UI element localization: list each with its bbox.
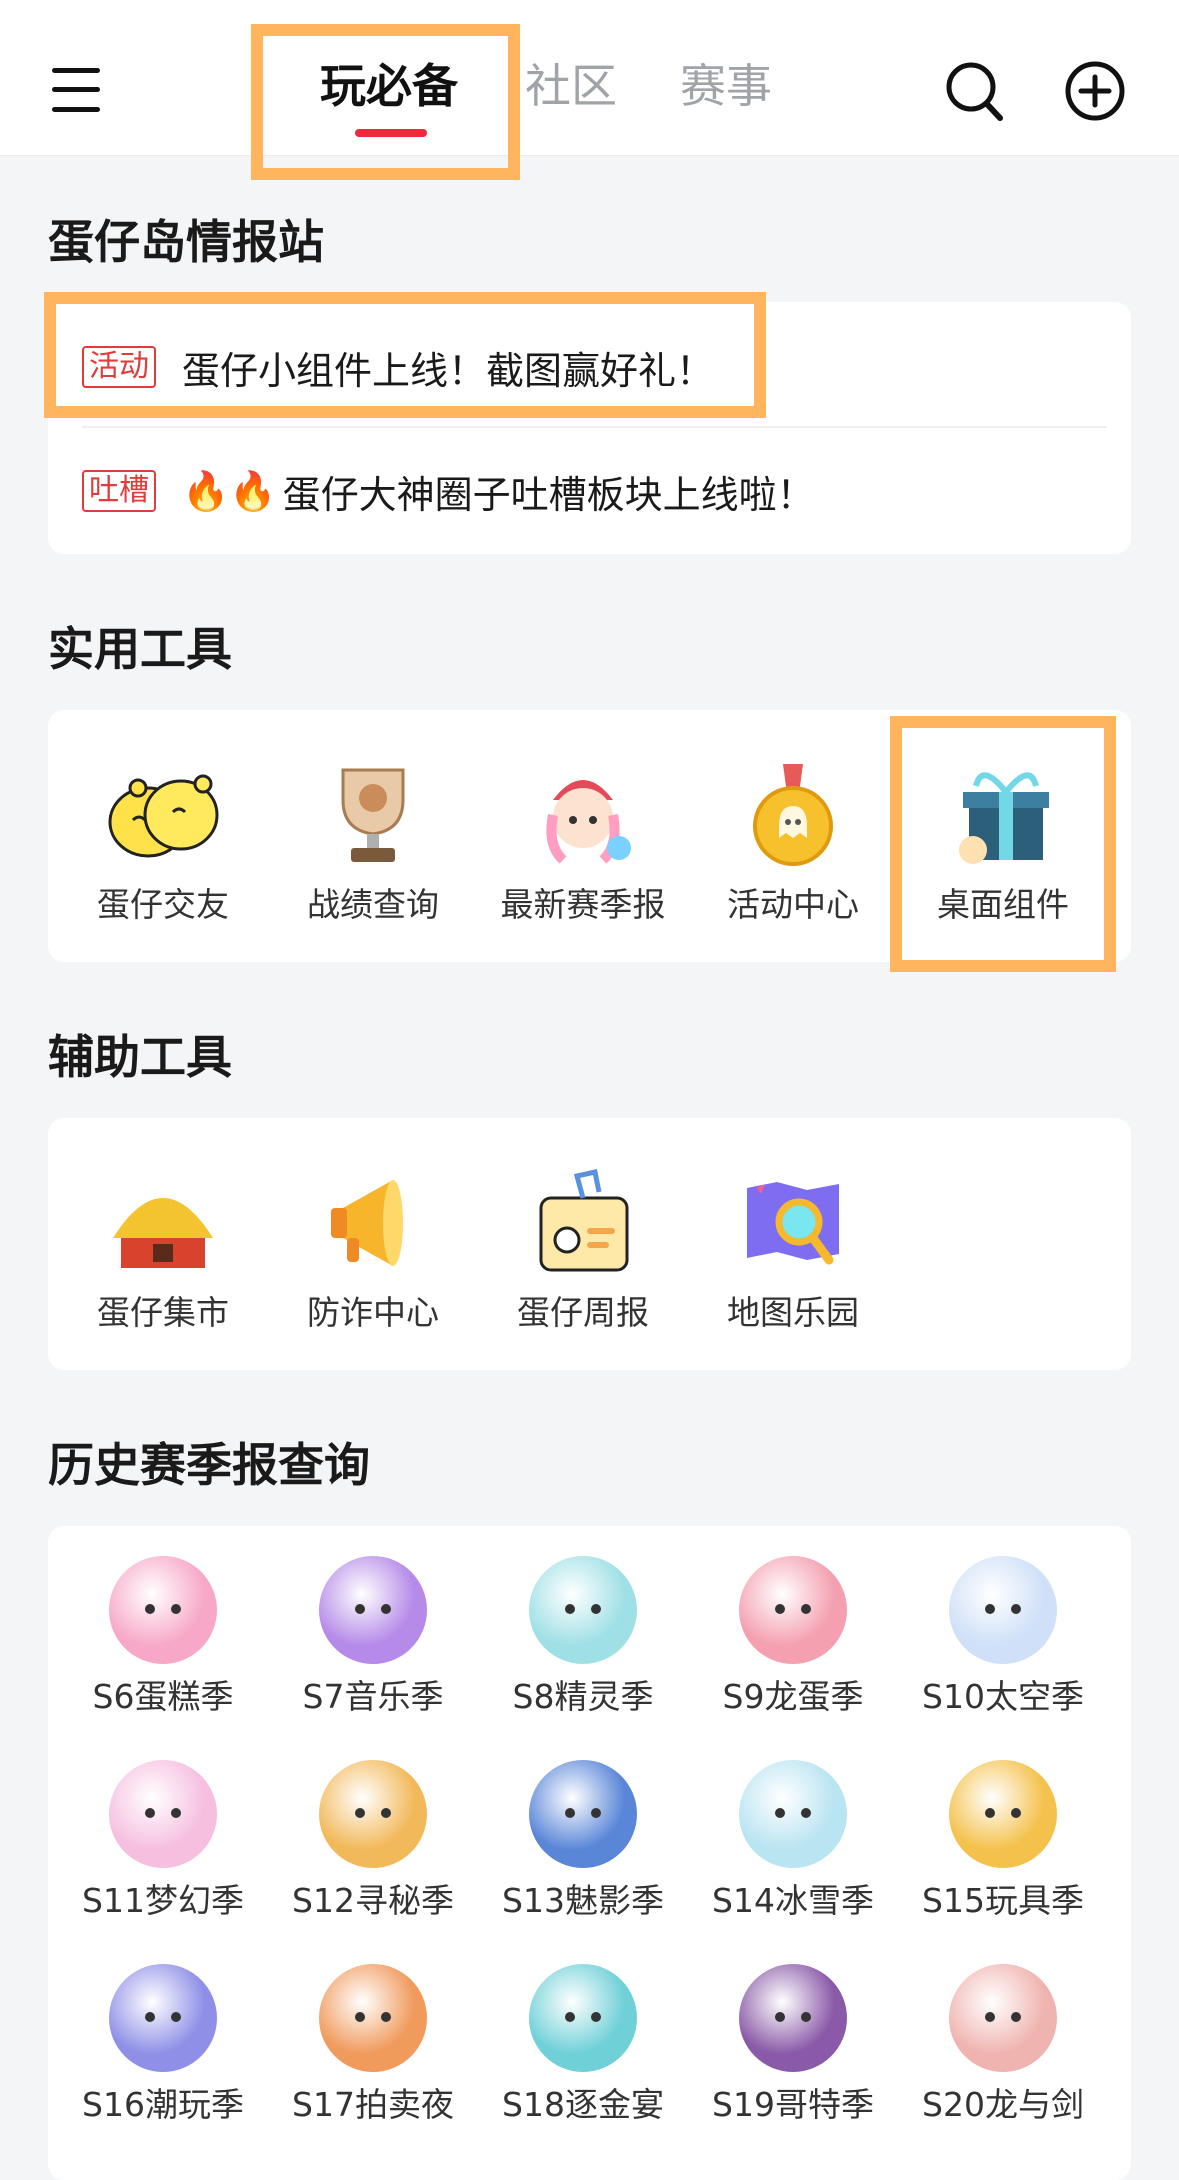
menu-icon[interactable] (52, 66, 100, 114)
season-character-icon (109, 1964, 217, 2072)
season-character-icon (529, 1760, 637, 1868)
season-label: S7音乐季 (302, 1677, 444, 1716)
tool-label: 最新赛季报 (500, 885, 666, 924)
season-item[interactable]: S9龙蛋季 (688, 1556, 898, 1718)
news-item-complaint[interactable]: 吐槽 🔥🔥 蛋仔大神圈子吐槽板块上线啦！ (82, 456, 815, 526)
season-label: S6蛋糕季 (92, 1677, 234, 1716)
season-label: S9龙蛋季 (722, 1677, 864, 1716)
aux-anti-fraud-center[interactable]: 防诈中心 (268, 1168, 478, 1334)
season-character-icon (319, 1760, 427, 1868)
season-character-icon (739, 1760, 847, 1868)
season-item[interactable]: S6蛋糕季 (58, 1556, 268, 1718)
season-label: S11梦幻季 (82, 1881, 244, 1920)
tool-record-query[interactable]: 战绩查询 (268, 760, 478, 926)
two-eggs-hug-icon (108, 774, 219, 858)
badge-card-icon (539, 1169, 629, 1272)
season-character-icon (949, 1964, 1057, 2072)
season-character-icon (529, 1964, 637, 2072)
season-item[interactable]: S18逐金宴 (478, 1964, 688, 2126)
season-item[interactable]: S12寻秘季 (268, 1760, 478, 1922)
aux-label: 蛋仔集市 (97, 1293, 229, 1332)
season-label: S12寻秘季 (292, 1881, 454, 1920)
season-item[interactable]: S20龙与剑 (898, 1964, 1108, 2126)
season-label: S10太空季 (922, 1677, 1084, 1716)
tab-wanbibei[interactable]: 玩必备 (320, 56, 458, 116)
season-item[interactable]: S8精灵季 (478, 1556, 688, 1718)
season-label: S8精灵季 (512, 1677, 654, 1716)
season-label: S16潮玩季 (82, 2085, 244, 2124)
season-character-icon (109, 1556, 217, 1664)
tools-card: 蛋仔交友 战绩查询 最新赛季报 活动中心 桌面组件 (48, 710, 1131, 962)
straw-hut-icon (113, 1198, 213, 1268)
aux-label: 蛋仔周报 (517, 1293, 649, 1332)
tag-complaint: 吐槽 (82, 470, 156, 512)
map-magnifier-icon (747, 1180, 839, 1265)
season-item[interactable]: S11梦幻季 (58, 1760, 268, 1922)
season-label: S17拍卖夜 (292, 2085, 454, 2124)
season-character-icon (109, 1760, 217, 1868)
season-character-icon (319, 1964, 427, 2072)
tool-label: 蛋仔交友 (97, 885, 229, 924)
section-title-aux: 辅助工具 (48, 1030, 232, 1084)
tool-desktop-widget[interactable]: 桌面组件 (898, 760, 1108, 926)
season-character-icon (739, 1964, 847, 2072)
season-label: S13魅影季 (502, 1881, 664, 1920)
tag-activity: 活动 (82, 346, 156, 388)
tab-events[interactable]: 赛事 (680, 56, 772, 116)
season-item[interactable]: S14冰雪季 (688, 1760, 898, 1922)
top-navigation-bar: 玩必备 社区 赛事 (0, 0, 1179, 156)
tool-label: 活动中心 (727, 885, 859, 924)
season-character-icon (319, 1556, 427, 1664)
season-item[interactable]: S10太空季 (898, 1556, 1108, 1718)
intel-card: 活动 蛋仔小组件上线！截图赢好礼！ 吐槽 🔥🔥 蛋仔大神圈子吐槽板块上线啦！ (48, 302, 1131, 554)
aux-map-park[interactable]: 地图乐园 (688, 1168, 898, 1334)
section-title-history: 历史赛季报查询 (48, 1438, 370, 1492)
season-character-icon (949, 1760, 1057, 1868)
season-label: S20龙与剑 (922, 2085, 1084, 2124)
section-title-tools: 实用工具 (48, 622, 232, 676)
season-label: S19哥特季 (712, 2085, 874, 2124)
season-label: S14冰雪季 (712, 1881, 874, 1920)
aux-weekly-report[interactable]: 蛋仔周报 (478, 1168, 688, 1334)
medal-icon (753, 764, 833, 866)
season-label: S15玩具季 (922, 1881, 1084, 1920)
megaphone-icon (331, 1180, 403, 1266)
trophy-icon (341, 768, 405, 862)
news-text: 蛋仔大神圈子吐槽板块上线啦！ (282, 472, 815, 517)
divider (82, 426, 1107, 428)
season-label: S18逐金宴 (502, 2085, 664, 2124)
gift-box-icon (959, 772, 1049, 864)
season-character-icon (529, 1556, 637, 1664)
active-tab-indicator (355, 129, 427, 137)
tool-egg-friends[interactable]: 蛋仔交友 (58, 760, 268, 926)
aux-label: 防诈中心 (307, 1293, 439, 1332)
add-icon[interactable] (1064, 60, 1126, 122)
season-item[interactable]: S13魅影季 (478, 1760, 688, 1922)
section-title-intel: 蛋仔岛情报站 (48, 215, 324, 269)
news-item-activity[interactable]: 活动 蛋仔小组件上线！截图赢好礼！ (82, 332, 714, 402)
girl-character-icon (546, 780, 631, 864)
season-item[interactable]: S15玩具季 (898, 1760, 1108, 1922)
aux-label: 地图乐园 (727, 1293, 859, 1332)
tool-label: 战绩查询 (307, 885, 439, 924)
tool-label: 桌面组件 (937, 885, 1069, 924)
season-item[interactable]: S17拍卖夜 (268, 1964, 478, 2126)
news-text: 蛋仔小组件上线！截图赢好礼！ (182, 348, 715, 393)
tool-latest-season-report[interactable]: 最新赛季报 (478, 760, 688, 926)
season-character-icon (949, 1556, 1057, 1664)
history-card: S6蛋糕季 S7音乐季 S8精灵季 S9龙蛋季 S10太空季 S11梦幻季 S12寻秘季 S1… (48, 1526, 1131, 2180)
search-icon[interactable] (944, 60, 1004, 122)
season-item[interactable]: S7音乐季 (268, 1556, 478, 1718)
tab-community[interactable]: 社区 (525, 56, 617, 116)
fire-icon: 🔥🔥 (182, 468, 277, 513)
aux-card: 蛋仔集市 防诈中心 蛋仔周报 地图乐园 (48, 1118, 1131, 1370)
aux-egg-market[interactable]: 蛋仔集市 (58, 1168, 268, 1334)
season-item[interactable]: S19哥特季 (688, 1964, 898, 2126)
season-item[interactable]: S16潮玩季 (58, 1964, 268, 2126)
tool-activity-center[interactable]: 活动中心 (688, 760, 898, 926)
season-character-icon (739, 1556, 847, 1664)
